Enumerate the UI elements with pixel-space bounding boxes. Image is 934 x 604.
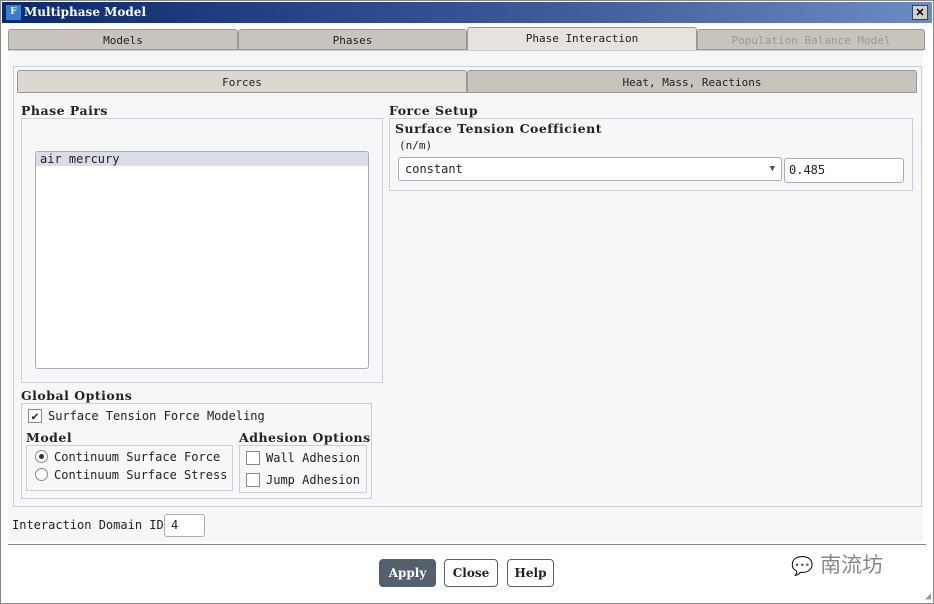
dropdown-value: constant <box>405 162 463 176</box>
csf-radio[interactable] <box>35 450 48 463</box>
tab-models[interactable]: Models <box>8 29 238 50</box>
wechat-icon: 💬 <box>791 556 814 577</box>
csf-label: Continuum Surface Force <box>54 450 221 464</box>
apply-button[interactable]: Apply <box>379 559 436 587</box>
css-radio[interactable] <box>35 468 48 481</box>
surface-tension-checkbox[interactable]: ✔ <box>28 409 42 423</box>
coefficient-value-input[interactable]: 0.485 <box>784 158 904 183</box>
resize-grip-icon[interactable]: ◢ <box>925 591 931 602</box>
phase-pairs-heading: Phase Pairs <box>21 103 108 118</box>
multiphase-model-dialog: F Multiphase Model ✕ Models Phases Phase… <box>0 0 934 604</box>
force-setup-heading: Force Setup <box>389 103 479 118</box>
model-heading: Model <box>26 430 73 445</box>
chevron-down-icon: ▼ <box>769 164 775 174</box>
tab-phases[interactable]: Phases <box>238 29 467 50</box>
jump-adhesion-label: Jump Adhesion <box>266 473 360 487</box>
wall-adhesion-label: Wall Adhesion <box>266 451 360 465</box>
domain-id-input[interactable]: 4 <box>164 514 205 537</box>
divider <box>8 544 926 545</box>
coefficient-method-dropdown[interactable]: constant ▼ <box>398 157 782 181</box>
help-button[interactable]: Help <box>507 559 554 587</box>
adhesion-options-heading: Adhesion Options <box>239 430 371 445</box>
tab-population-balance-model: Population Balance Model <box>697 29 925 50</box>
domain-id-label: Interaction Domain ID <box>12 518 164 532</box>
close-button[interactable]: Close <box>444 559 498 587</box>
window-title: Multiphase Model <box>24 5 146 19</box>
surface-tension-coefficient-heading: Surface Tension Coefficient <box>395 121 602 136</box>
watermark-text: 南流坊 <box>820 553 884 577</box>
app-icon: F <box>6 5 21 20</box>
unit-label: (n/m) <box>399 139 433 152</box>
phase-pairs-list[interactable]: air mercury <box>35 151 369 369</box>
title-bar: F Multiphase Model ✕ <box>2 2 932 23</box>
list-item[interactable]: air mercury <box>36 152 368 166</box>
watermark: 💬 南流坊 <box>791 549 883 579</box>
css-label: Continuum Surface Stress <box>54 468 228 482</box>
surface-tension-label: Surface Tension Force Modeling <box>48 409 265 423</box>
close-window-button[interactable]: ✕ <box>912 5 928 20</box>
subtab-heat-mass-reactions[interactable]: Heat, Mass, Reactions <box>467 70 917 93</box>
jump-adhesion-checkbox[interactable] <box>246 473 260 487</box>
global-options-heading: Global Options <box>21 388 133 403</box>
wall-adhesion-checkbox[interactable] <box>246 451 260 465</box>
subtab-forces[interactable]: Forces <box>17 70 467 93</box>
tab-phase-interaction[interactable]: Phase Interaction <box>467 27 697 50</box>
